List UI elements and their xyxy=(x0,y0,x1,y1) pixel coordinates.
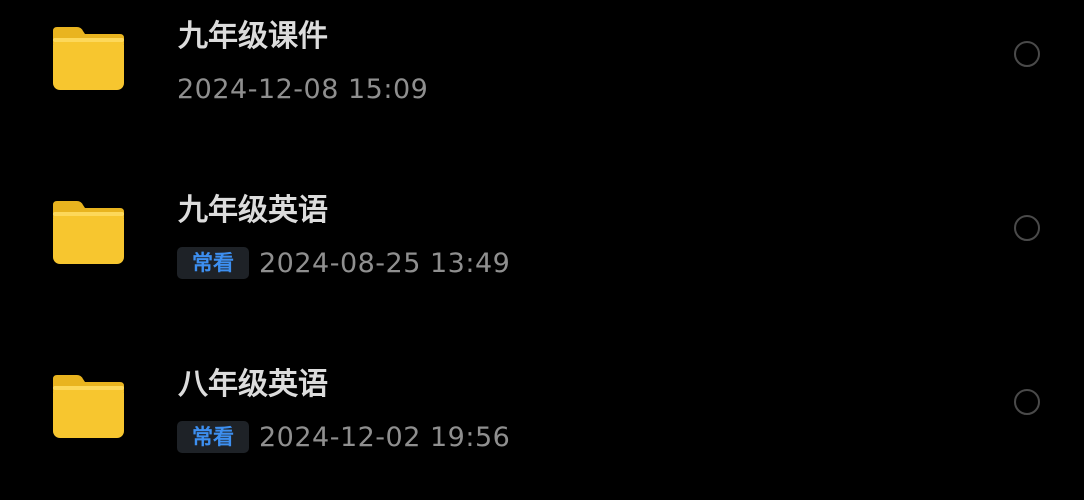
frequent-tag-badge: 常看 xyxy=(177,247,249,279)
file-timestamp: 2024-12-08 15:09 xyxy=(177,73,429,105)
file-list: 九年级课件 2024-12-08 15:09 九年级英语 常看 2024-08-… xyxy=(0,0,1084,500)
file-meta: 常看 2024-08-25 13:49 xyxy=(177,245,510,281)
file-row[interactable]: 九年级课件 2024-12-08 15:09 xyxy=(0,0,1084,133)
file-timestamp: 2024-12-02 19:56 xyxy=(259,421,511,453)
file-row[interactable]: 八年级英语 常看 2024-12-02 19:56 xyxy=(0,331,1084,481)
file-name: 九年级英语 xyxy=(178,193,328,228)
frequent-tag-badge: 常看 xyxy=(177,421,249,453)
file-timestamp: 2024-08-25 13:49 xyxy=(259,247,511,279)
file-name: 九年级课件 xyxy=(178,19,328,54)
select-radio[interactable] xyxy=(1014,215,1040,241)
select-radio[interactable] xyxy=(1014,41,1040,67)
folder-icon xyxy=(53,27,124,90)
file-meta: 2024-12-08 15:09 xyxy=(177,71,428,107)
folder-icon xyxy=(53,201,124,264)
file-row[interactable]: 九年级英语 常看 2024-08-25 13:49 xyxy=(0,157,1084,307)
folder-icon xyxy=(53,375,124,438)
file-meta: 常看 2024-12-02 19:56 xyxy=(177,419,510,455)
file-name: 八年级英语 xyxy=(178,367,328,402)
select-radio[interactable] xyxy=(1014,389,1040,415)
